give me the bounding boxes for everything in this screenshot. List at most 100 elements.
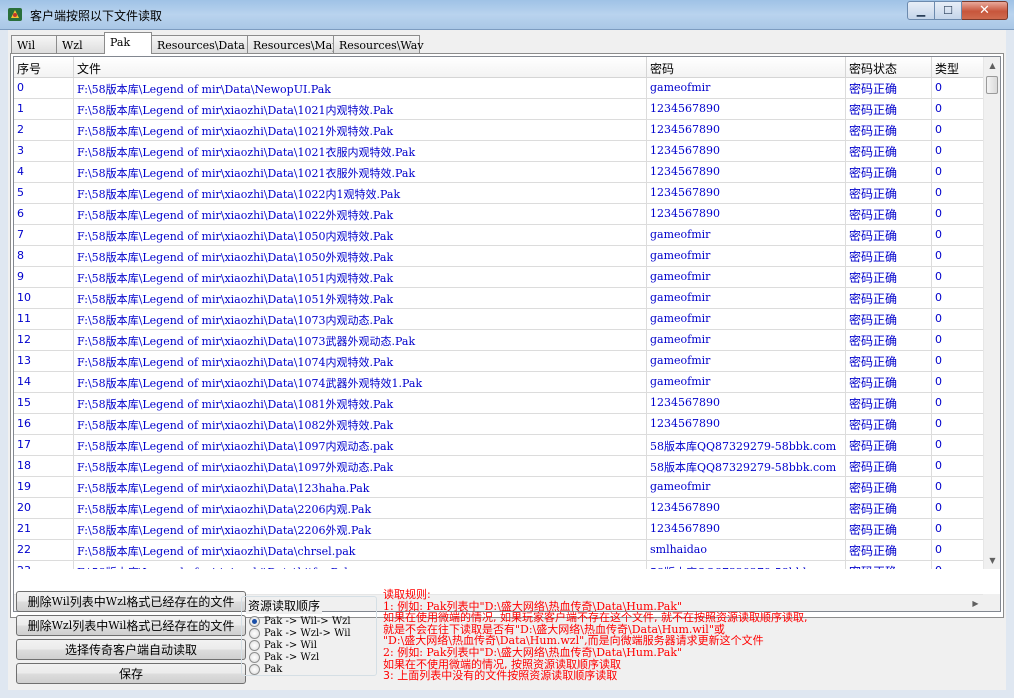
cell-password: 1234567890 [647, 204, 846, 224]
cell-password: 1234567890 [647, 162, 846, 182]
save-button[interactable]: 保存 [16, 663, 246, 684]
table-row[interactable]: 6 F:\58版本库\Legend of mir\xiaozhi\Data\102… [14, 204, 984, 225]
cell-type: 0 [932, 330, 984, 350]
radio-option-pak[interactable]: Pak [249, 663, 282, 675]
radio-unchecked-icon[interactable] [249, 663, 260, 675]
table-row[interactable]: 21 F:\58版本库\Legend of mir\xiaozhi\Data\22… [14, 519, 984, 540]
cell-file: F:\58版本库\Legend of mir\xiaozhi\Data\1021… [74, 99, 647, 119]
table-row[interactable]: 10 F:\58版本库\Legend of mir\xiaozhi\Data\10… [14, 288, 984, 309]
rules-line: 读取规则: [383, 588, 431, 601]
radio-label: Pak -> Wzl-> Wil [264, 627, 351, 639]
radio-option-pak-wil-wzl[interactable]: Pak -> Wil-> Wzl [249, 615, 351, 627]
table-row[interactable]: 8 F:\58版本库\Legend of mir\xiaozhi\Data\105… [14, 246, 984, 267]
read-rules-text: 读取规则: 1: 例如: Pak列表中"D:\盛大网络\热血传奇\Data\Hu… [383, 589, 807, 682]
table-row[interactable]: 16 F:\58版本库\Legend of mir\xiaozhi\Data\10… [14, 414, 984, 435]
cell-type: 0 [932, 267, 984, 287]
scroll-down-arrow-icon[interactable]: ▼ [984, 552, 1000, 569]
radio-unchecked-icon[interactable] [249, 627, 260, 639]
minimize-button[interactable]: ▁ [907, 1, 935, 20]
cell-password-status: 密码正确 [846, 78, 932, 98]
cell-file: F:\58版本库\Legend of mir\xiaozhi\Data\2206… [74, 498, 647, 518]
table-row[interactable]: 15 F:\58版本库\Legend of mir\xiaozhi\Data\10… [14, 393, 984, 414]
column-header-file[interactable]: 文件 [74, 57, 647, 78]
cell-password: 58版本库QQ87329279-58bbk.com [647, 561, 846, 569]
button-label-part: 格式已经存在的文件 [126, 595, 235, 609]
tab-wil[interactable]: Wil [11, 35, 57, 54]
table-row[interactable]: 11 F:\58版本库\Legend of mir\xiaozhi\Data\10… [14, 309, 984, 330]
cell-type: 0 [932, 99, 984, 119]
table-row[interactable]: 7 F:\58版本库\Legend of mir\xiaozhi\Data\105… [14, 225, 984, 246]
column-header-type[interactable]: 类型 [932, 57, 984, 78]
table-row[interactable]: 18 F:\58版本库\Legend of mir\xiaozhi\Data\10… [14, 456, 984, 477]
table-row[interactable]: 9 F:\58版本库\Legend of mir\xiaozhi\Data\105… [14, 267, 984, 288]
table-row[interactable]: 1 F:\58版本库\Legend of mir\xiaozhi\Data\102… [14, 99, 984, 120]
cell-index: 23 [14, 561, 74, 569]
radio-checked-icon[interactable] [249, 615, 260, 627]
table-row[interactable]: 19 F:\58版本库\Legend of mir\xiaozhi\Data\12… [14, 477, 984, 498]
tab-resources-map[interactable]: Resources\Map [247, 35, 339, 54]
cell-file: F:\58版本库\Legend of mir\xiaozhi\Data\1051… [74, 288, 647, 308]
scroll-up-arrow-icon[interactable]: ▲ [984, 57, 1000, 74]
radio-unchecked-icon[interactable] [249, 639, 260, 651]
list-header: 序号 文件 密码 密码状态 类型 [14, 57, 984, 78]
cell-index: 10 [14, 288, 74, 308]
cell-password: 58版本库QQ87329279-58bbk.com [647, 435, 846, 455]
cell-index: 14 [14, 372, 74, 392]
tab-pak[interactable]: Pak [104, 32, 152, 54]
table-row[interactable]: 17 F:\58版本库\Legend of mir\xiaozhi\Data\10… [14, 435, 984, 456]
cell-password-status: 密码正确 [846, 414, 932, 434]
cell-type: 0 [932, 477, 984, 497]
radio-option-pak-wzl[interactable]: Pak -> Wzl [249, 651, 319, 663]
cell-index: 5 [14, 183, 74, 203]
maximize-button[interactable]: ☐ [935, 1, 962, 20]
tab-wzl[interactable]: Wzl [56, 35, 105, 54]
cell-type: 0 [932, 141, 984, 161]
table-row[interactable]: 22 F:\58版本库\Legend of mir\xiaozhi\Data\ch… [14, 540, 984, 561]
cell-type: 0 [932, 78, 984, 98]
column-header-password[interactable]: 密码 [647, 57, 846, 78]
cell-type: 0 [932, 540, 984, 560]
radio-option-pak-wil[interactable]: Pak -> Wil [249, 639, 317, 651]
table-row[interactable]: 2 F:\58版本库\Legend of mir\xiaozhi\Data\102… [14, 120, 984, 141]
table-row[interactable]: 0 F:\58版本库\Legend of mir\Data\NewopUI.Pak… [14, 78, 984, 99]
table-row[interactable]: 5 F:\58版本库\Legend of mir\xiaozhi\Data\102… [14, 183, 984, 204]
pak-file-list[interactable]: 序号 文件 密码 密码状态 类型 0 F:\58版本库\Legend of mir… [13, 56, 1001, 612]
delete-wzl-existing-in-wil-button[interactable]: 删除 Wzl 列表中 Wil 格式已经存在的文件 [16, 615, 246, 636]
delete-wil-existing-in-wzl-button[interactable]: 删除 Wil 列表中 Wzl 格式已经存在的文件 [16, 591, 246, 612]
cell-index: 6 [14, 204, 74, 224]
close-button[interactable]: ✕ [962, 1, 1008, 20]
cell-index: 3 [14, 141, 74, 161]
tab-resources-data[interactable]: Resources\Data [151, 35, 248, 54]
column-header-index[interactable]: 序号 [14, 57, 74, 78]
vertical-scrollbar[interactable]: ▲ ▼ [983, 57, 1000, 569]
table-row[interactable]: 20 F:\58版本库\Legend of mir\xiaozhi\Data\22… [14, 498, 984, 519]
tab-panel-pak: 序号 文件 密码 密码状态 类型 0 F:\58版本库\Legend of mir… [10, 53, 1004, 618]
table-row[interactable]: 12 F:\58版本库\Legend of mir\xiaozhi\Data\10… [14, 330, 984, 351]
column-header-password-status[interactable]: 密码状态 [846, 57, 932, 78]
table-row[interactable]: 23F:\58版本库\Legend of mir\xiaozhi\Data\hi… [14, 561, 984, 569]
vertical-scroll-thumb[interactable] [986, 76, 998, 94]
radio-option-pak-wzl-wil[interactable]: Pak -> Wzl-> Wil [249, 627, 351, 639]
cell-password-status: 密码正确 [846, 204, 932, 224]
cell-index: 2 [14, 120, 74, 140]
cell-password-status: 密码正确 [846, 330, 932, 350]
cell-file: F:\58版本库\Legend of mir\Data\NewopUI.Pak [74, 78, 647, 98]
cell-password: smlhaidao [647, 540, 846, 560]
table-row[interactable]: 13 F:\58版本库\Legend of mir\xiaozhi\Data\10… [14, 351, 984, 372]
radio-unchecked-icon[interactable] [249, 651, 260, 663]
cell-type: 0 [932, 225, 984, 245]
table-row[interactable]: 14 F:\58版本库\Legend of mir\xiaozhi\Data\10… [14, 372, 984, 393]
rules-line: 3: 上面列表中没有的文件按照资源读取顺序读取 [383, 669, 618, 683]
tab-resources-wav[interactable]: Resources\Wav [333, 35, 424, 54]
cell-password: gameofmir [647, 477, 846, 497]
table-row[interactable]: 4 F:\58版本库\Legend of mir\xiaozhi\Data\102… [14, 162, 984, 183]
auto-read-client-button[interactable]: 选择传奇客户端自动读取 [16, 639, 246, 660]
cell-password: gameofmir [647, 351, 846, 371]
scroll-right-arrow-icon[interactable]: ▶ [967, 595, 984, 611]
table-row[interactable]: 3 F:\58版本库\Legend of mir\xiaozhi\Data\102… [14, 141, 984, 162]
cell-index: 7 [14, 225, 74, 245]
cell-password: 1234567890 [647, 99, 846, 119]
cell-index: 22 [14, 540, 74, 560]
button-label-part: Wzl [51, 619, 73, 632]
cell-password-status: 密码正确 [846, 477, 932, 497]
